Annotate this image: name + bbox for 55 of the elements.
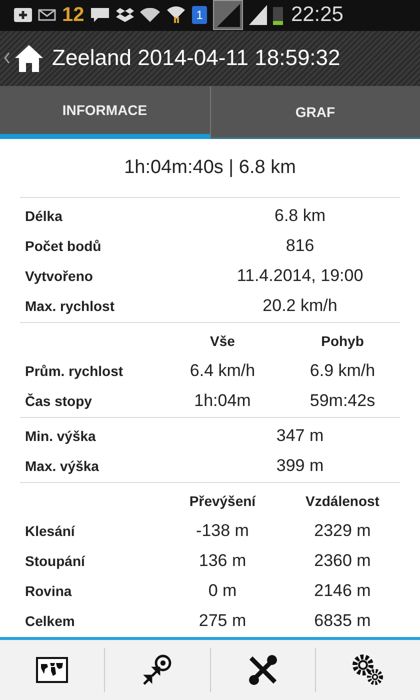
wifi-icon [140,8,160,22]
row-value: 11.4.2014, 19:00 [236,266,364,286]
tab[interactable]: GRAF [210,86,420,140]
row-value: 6.9 km/h [308,361,376,382]
row-label: Min. výška [25,428,97,444]
column-header: Převýšení [188,493,257,510]
row-value: 816 [284,236,316,256]
home-button[interactable] [4,43,44,74]
column-header: Vzdálenost [304,493,380,510]
row-value: 2329 m [313,521,372,542]
box-icon [116,7,134,24]
row-value: 20.2 km/h [262,296,338,316]
row-value: 6.4 km/h [188,361,256,382]
row-value: 2360 m [313,551,372,572]
world-map-icon [36,657,68,683]
row-label: Čas stopy [25,393,93,410]
row-label: Rovina [25,583,73,600]
row-value: 347 m [275,426,325,446]
plus-icon [14,8,32,22]
row-label: Max. rychlost [25,298,116,314]
row-label: Délka [25,208,64,224]
row-value: 6835 m [313,611,372,632]
row-label: Max. výška [25,458,100,474]
row-value: 1h:04m [193,391,252,412]
row-label: Prům. rychlost [25,363,124,380]
sim-badge: 1 [192,6,207,24]
mail-icon [38,9,56,22]
signal-icon [248,5,267,26]
gears-icon [352,654,384,686]
row-value: 275 m [198,611,248,632]
tools-icon [246,654,279,686]
chevron-icon [4,52,10,64]
row-value: 136 m [198,551,248,572]
row-value: 0 m [207,581,238,602]
row-value: -138 m [195,521,250,542]
row-label: Stoupání [25,553,86,570]
row-value: 59m:42s [308,391,376,412]
row-value: 2146 m [313,581,372,602]
row-value: 399 m [275,456,325,476]
notification-count: 12 [62,4,84,27]
house-icon [14,43,44,74]
column-header: Pohyb [320,333,365,350]
row-label: Klesání [25,523,76,540]
column-header: Vše [209,333,236,350]
battery-icon [272,5,283,26]
track-summary: 1h:04m:40s | 6.8 km [20,139,400,198]
row-label: Celkem [25,613,76,630]
chat-icon [90,7,110,24]
row-value: 6.8 km [273,206,327,226]
clock-time: 22:25 [290,3,344,28]
target-arrows-icon [142,654,172,686]
row-label: Počet bodů [25,238,102,254]
screen-title: Zeeland 2014-04-11 18:59:32 [52,45,340,72]
wifi-icon [166,6,186,24]
row-label: Vytvořeno [25,268,94,284]
